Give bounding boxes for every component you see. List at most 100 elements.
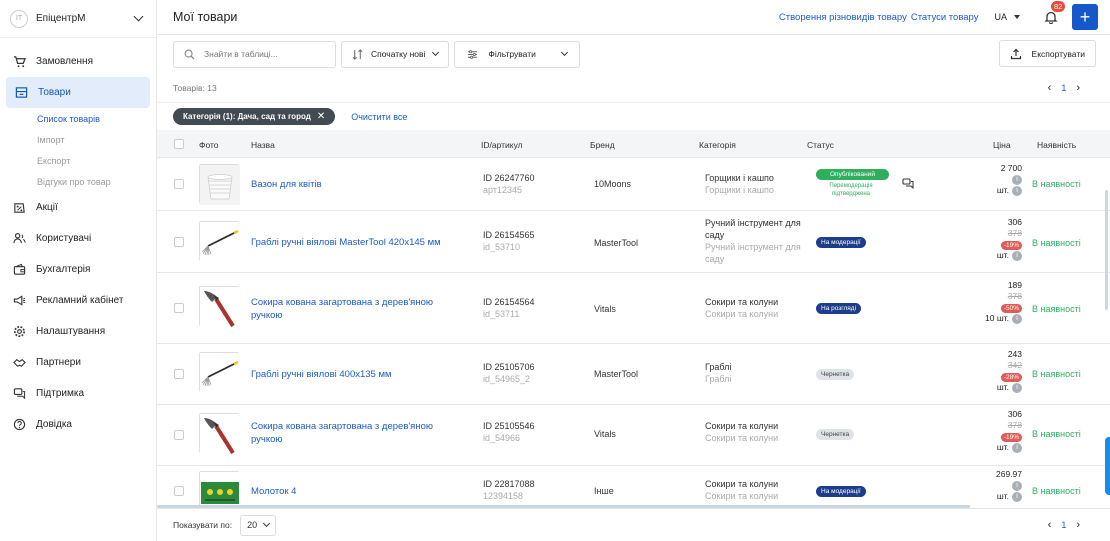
product-photo[interactable]	[199, 352, 240, 393]
export-button[interactable]: Експортувати	[998, 40, 1096, 67]
close-icon[interactable]: ✕	[317, 111, 325, 122]
product-name-link[interactable]: Сокира кована загартована з дерев'яною р…	[251, 296, 451, 322]
info-icon[interactable]: i	[1012, 174, 1022, 185]
sidebar-item-support[interactable]: Підтримка	[0, 378, 156, 409]
sort-icon	[352, 48, 363, 60]
column-id: ID/артикул	[481, 140, 523, 150]
product-sku: id_53710	[483, 242, 521, 252]
search-box[interactable]	[173, 40, 336, 68]
info-icon[interactable]: i	[1012, 382, 1022, 393]
product-brand: MasterTool	[594, 369, 639, 379]
notifications-button[interactable]: 82	[1044, 1, 1066, 25]
sidebar-subitem-reviews[interactable]: Відгуки про товар	[0, 171, 156, 192]
product-name-link[interactable]: Вазон для квітів	[251, 178, 451, 191]
current-page[interactable]: 1	[1061, 520, 1066, 530]
rake-image	[200, 353, 240, 393]
vertical-scrollbar[interactable]	[1105, 190, 1108, 310]
language-selector[interactable]: UA	[994, 12, 1020, 22]
next-page-button[interactable]: ›	[1076, 82, 1080, 94]
info-icon[interactable]: i	[1012, 491, 1022, 502]
product-sku: id_54965_2	[483, 374, 531, 384]
search-input[interactable]	[204, 49, 324, 59]
product-name-link[interactable]: Граблі ручні віялові 400x135 мм	[251, 368, 451, 381]
product-photo[interactable]	[199, 286, 240, 328]
product-id-value: ID 26154564	[483, 297, 535, 307]
sidebar-item-promotions[interactable]: Акції	[0, 192, 156, 223]
help-widget-tab[interactable]	[1105, 437, 1110, 495]
product-brand: Vitals	[594, 429, 616, 439]
product-name-link[interactable]: Граблі ручні віялові MasterTool 420x145 …	[251, 236, 476, 249]
sort-dropdown[interactable]: Спочатку нові	[341, 40, 450, 68]
product-brand: 10Moons	[594, 179, 632, 189]
old-price: 378	[1007, 291, 1022, 301]
clear-filters-link[interactable]: Очистити все	[351, 112, 407, 122]
price-value: 269.97	[996, 469, 1022, 479]
row-checkbox[interactable]	[174, 430, 184, 440]
sidebar-item-ads[interactable]: Рекламний кабінет	[0, 285, 156, 316]
table-row[interactable]: Сокира кована загартована з дерев'яною р…	[157, 273, 1110, 344]
notifications-badge: 82	[1051, 1, 1066, 12]
cart-icon	[12, 55, 26, 69]
sidebar-subitem-import[interactable]: Імпорт	[0, 129, 156, 150]
availability-status: В наявності	[1032, 179, 1081, 189]
page-title: Мої товари	[173, 10, 238, 24]
sidebar-item-products[interactable]: Товари	[6, 77, 150, 108]
product-photo[interactable]	[199, 471, 240, 508]
sidebar-item-label: Акції	[36, 202, 58, 213]
prev-page-button[interactable]: ‹	[1048, 82, 1052, 94]
product-name-link[interactable]: Молоток 4	[251, 485, 451, 498]
next-page-button[interactable]: ›	[1076, 519, 1080, 531]
row-checkbox[interactable]	[174, 179, 184, 189]
store-switcher[interactable]: ІТ ЕпіцентрМ	[0, 0, 156, 38]
table-row[interactable]: Молоток 4 ID 22817088 12394158 Інше Соки…	[157, 466, 1110, 508]
filter-chip-category[interactable]: Категорія (1): Дача, сад та город ✕	[173, 108, 336, 125]
comments-icon[interactable]	[902, 178, 914, 192]
chevron-down-icon	[133, 11, 144, 22]
sidebar-item-help[interactable]: Довідка	[0, 409, 156, 440]
category-name: Ручний інструмент для саду	[705, 218, 801, 240]
filter-dropdown[interactable]: Фільтрувати	[454, 40, 580, 68]
table-row[interactable]: Граблі ручні віялові MasterTool 420x145 …	[157, 211, 1110, 273]
table-header: Фото Назва ID/артикул Бренд Категорія Ст…	[157, 130, 1110, 158]
product-photo[interactable]	[199, 221, 240, 262]
gear-icon	[12, 325, 26, 339]
per-page-select[interactable]: 20	[240, 514, 277, 536]
info-icon[interactable]: i	[1012, 250, 1022, 261]
sidebar-subitem-product-list[interactable]: Список товарів	[0, 108, 156, 129]
percent-icon	[12, 201, 26, 215]
prev-page-button[interactable]: ‹	[1048, 519, 1052, 531]
axe-image	[200, 287, 240, 328]
row-checkbox[interactable]	[174, 237, 184, 247]
row-checkbox[interactable]	[174, 486, 184, 496]
table-row[interactable]: Граблі ручні віялові 400x135 мм ID 25105…	[157, 344, 1110, 405]
table-row[interactable]: Вазон для квітів ID 26247760 арт12345 10…	[157, 158, 1110, 211]
product-name-link[interactable]: Сокира кована загартована з дерев'яною р…	[251, 420, 451, 446]
row-checkbox[interactable]	[174, 303, 184, 313]
sidebar-item-settings[interactable]: Налаштування	[0, 316, 156, 347]
sidebar-item-orders[interactable]: Замовлення	[0, 46, 156, 77]
quantity-unit: шт.	[996, 250, 1009, 260]
info-icon[interactable]: i	[1012, 313, 1022, 324]
current-page[interactable]: 1	[1061, 83, 1066, 93]
info-icon[interactable]: i	[1012, 442, 1022, 453]
product-id-value: ID 26247760	[483, 173, 535, 183]
product-photo[interactable]	[199, 413, 240, 455]
select-all-checkbox[interactable]	[174, 139, 184, 149]
row-checkbox[interactable]	[174, 369, 184, 379]
sidebar-item-users[interactable]: Користувачі	[0, 223, 156, 254]
product-statuses-link[interactable]: Статуси товару	[911, 12, 979, 23]
info-icon[interactable]: i	[1012, 185, 1022, 196]
caret-down-icon	[1014, 15, 1020, 19]
table-row[interactable]: Сокира кована загартована з дерев'яною р…	[157, 405, 1110, 466]
product-photo[interactable]	[199, 164, 240, 205]
product-category: Сокири та колуни Сокири та колуни	[705, 478, 809, 502]
language-value: UA	[994, 12, 1007, 22]
sidebar-item-accounting[interactable]: Бухгалтерія	[0, 254, 156, 285]
product-sku: id_53711	[483, 309, 520, 319]
add-product-button[interactable]: +	[1072, 4, 1098, 30]
column-photo: Фото	[199, 140, 219, 150]
sidebar-item-partners[interactable]: Партнери	[0, 347, 156, 378]
sidebar-subitem-export[interactable]: Експорт	[0, 150, 156, 171]
info-icon[interactable]: i	[1012, 480, 1022, 491]
product-variants-link[interactable]: Створення різновидів товару	[779, 12, 907, 23]
